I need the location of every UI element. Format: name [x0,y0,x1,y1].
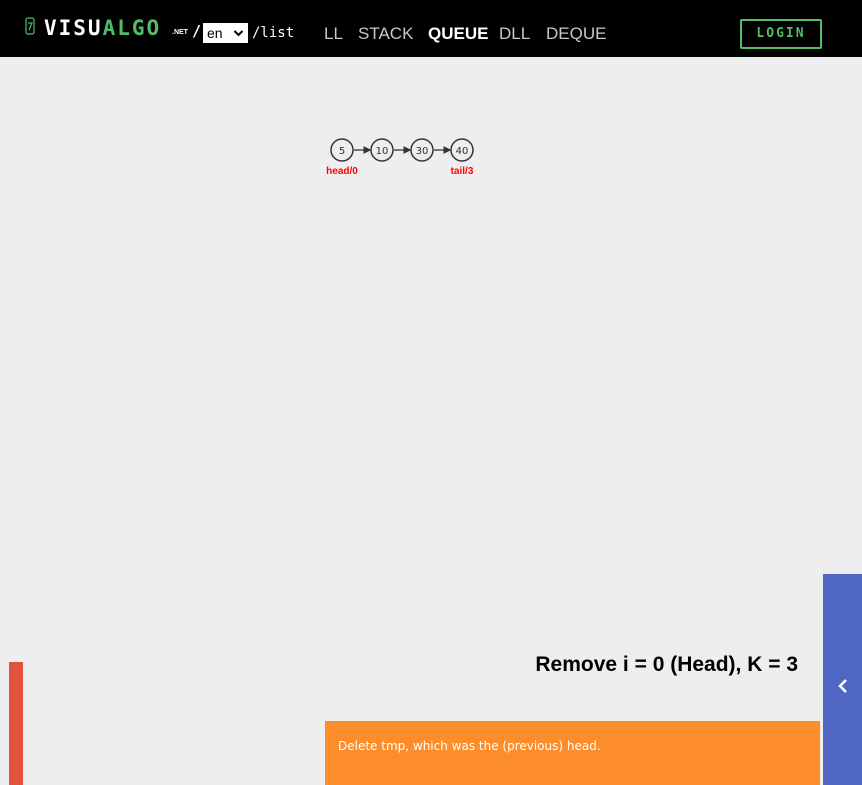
head-label: head/0 [326,166,358,177]
logo-text[interactable]: VISUALGO [44,18,161,39]
nav-item-stack[interactable]: STACK [358,24,413,44]
node-value: 40 [456,146,469,157]
path-separator: / [192,22,202,40]
actions-toggle-button[interactable] [9,662,23,785]
language-value: en [207,25,223,41]
nav-item-deque[interactable]: DEQUE [546,24,606,44]
nav-item-ll[interactable]: LL [324,24,343,44]
node-value: 10 [376,146,389,157]
logo-text-green: ALGO [102,16,162,40]
codetrace-line: Delete tmp, which was the (previous) hea… [338,739,601,753]
visualization-canvas: 5 10 30 40 head/0 tail/3 [326,138,474,177]
chevron-down-icon [233,23,244,48]
chevron-left-icon [838,679,847,693]
language-select[interactable]: en [203,23,248,43]
node-value: 5 [339,146,345,157]
logo-text-white: VISU [44,16,103,40]
nav-item-dll[interactable]: DLL [499,24,530,44]
status-text: Remove i = 0 (Head), K = 3 [535,653,798,676]
thumb-drive-icon [25,17,35,39]
logo-suffix: .NET [172,29,188,36]
top-navigation-bar: VISUALGO .NET / en /list LL STACK QUEUE … [0,0,862,57]
login-button[interactable]: LOGIN [740,19,822,49]
nav-item-queue[interactable]: QUEUE [428,24,488,44]
codetrace-panel: Delete tmp, which was the (previous) hea… [325,721,820,785]
node-value: 30 [416,146,429,157]
tail-label: tail/3 [451,166,474,177]
page-path: /list [252,25,295,41]
list-node[interactable]: 10 [370,138,394,162]
list-node[interactable]: 30 [410,138,434,162]
list-node[interactable]: 40 [450,138,474,162]
list-node[interactable]: 5 [330,138,354,162]
codetrace-toggle-button[interactable] [823,574,862,785]
